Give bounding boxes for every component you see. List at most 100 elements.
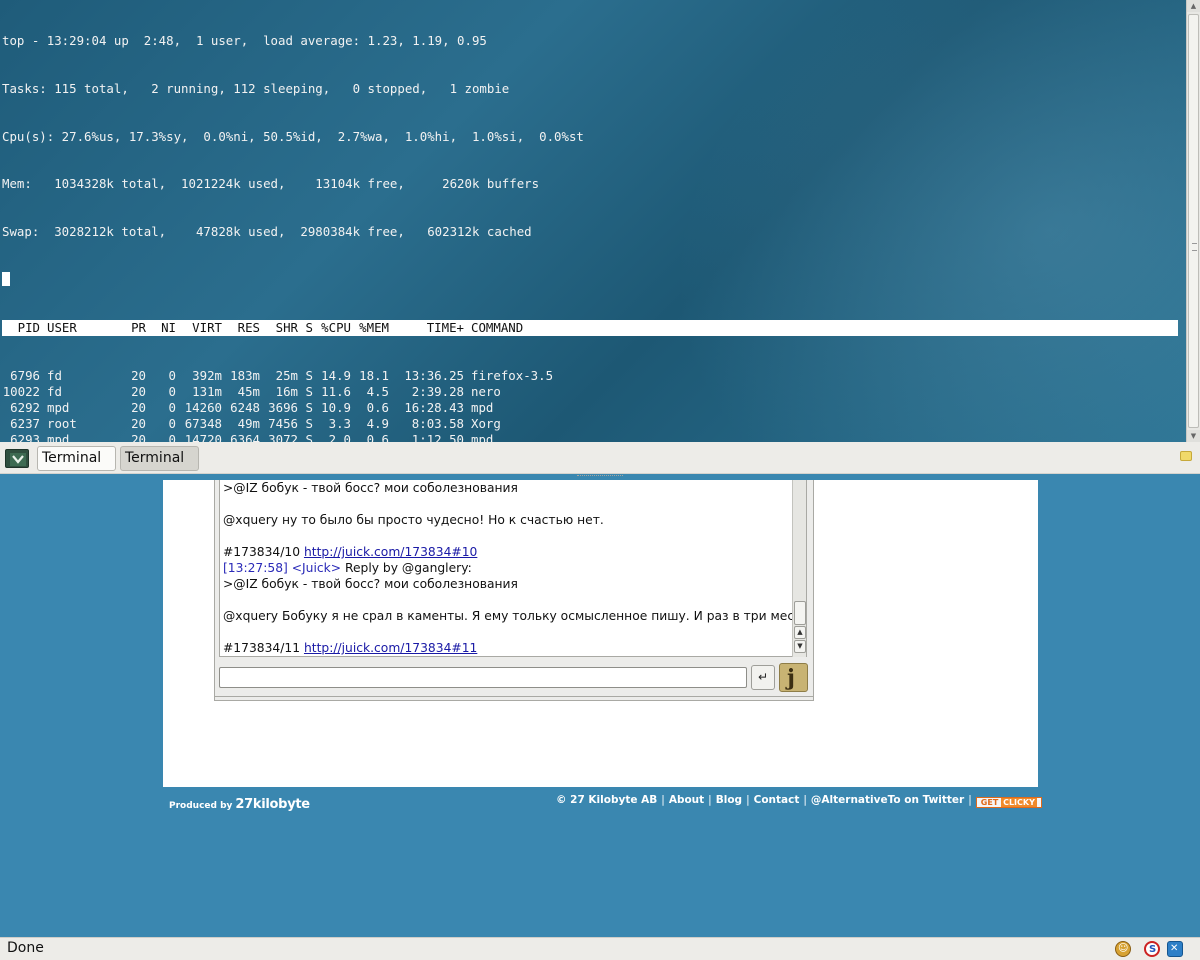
process-virt: 392m xyxy=(192,367,222,383)
process-time: 16:28.43 xyxy=(404,399,464,415)
terminal-output: top - 13:29:04 up 2:48, 1 user, load ave… xyxy=(2,1,1182,442)
process-row: 6237 root 20 0 67348 49m 7456 S 3.3 4.9 8:03.58 Xor… xyxy=(2,416,1182,432)
process-state: S xyxy=(305,383,313,399)
process-pr: 20 xyxy=(131,367,146,383)
column-header-mem: %MEM xyxy=(359,319,389,335)
column-header-virt: VIRT xyxy=(192,319,222,335)
terminal-window[interactable]: top - 13:29:04 up 2:48, 1 user, load ave… xyxy=(0,0,1200,442)
column-header-user: USER xyxy=(47,319,77,335)
scroll-down-arrow-icon[interactable]: ▼ xyxy=(794,640,806,653)
footer-link-twitter[interactable]: @AlternativeTo on Twitter xyxy=(811,794,964,806)
footer-separator: | xyxy=(661,794,665,806)
chat-text: >@IZ бобук - твой босс? мои соболезнован… xyxy=(223,481,518,495)
tab-terminal-0[interactable]: Terminal 0 xyxy=(37,446,116,489)
process-pr: 20 xyxy=(131,431,146,442)
column-header-state: S xyxy=(305,319,313,335)
process-shr: 7456 xyxy=(268,415,298,431)
footer-separator: | xyxy=(708,794,712,806)
terminal-scrollbar[interactable]: ▲ ▼ xyxy=(1186,0,1200,442)
column-header-cpu: %CPU xyxy=(321,319,351,335)
addon-close-icon[interactable]: ✕ xyxy=(1167,941,1183,957)
column-header-res: RES xyxy=(237,319,260,335)
process-res: 183m xyxy=(230,367,260,383)
process-res: 6364 xyxy=(230,431,260,442)
chat-line xyxy=(223,528,792,544)
terminal-cursor-line xyxy=(2,272,1182,288)
getclicky-badge[interactable]: GET CLICKY xyxy=(975,797,1042,808)
process-command: Xorg xyxy=(471,415,501,431)
pane-resize-grip[interactable] xyxy=(577,475,623,478)
column-header-ni: NI xyxy=(161,319,176,335)
terminal-scroll-thumb[interactable] xyxy=(1188,14,1199,428)
chat-line: >@IZ бобук - твой босс? мои соболезнован… xyxy=(223,576,792,592)
tab-menu-button[interactable] xyxy=(5,449,29,468)
send-button[interactable]: ↵ xyxy=(751,665,775,690)
top-summary-cpu: Cpu(s): 27.6%us, 17.3%sy, 0.0%ni, 50.5%i… xyxy=(2,128,584,144)
column-header-pr: PR xyxy=(131,319,146,335)
chat-message-input[interactable] xyxy=(219,667,747,688)
process-pr: 20 xyxy=(131,383,146,399)
process-state: S xyxy=(305,367,313,383)
process-time: 2:39.28 xyxy=(411,383,464,399)
footer-link-about[interactable]: About xyxy=(669,794,704,806)
process-time: 13:36.25 xyxy=(404,367,464,383)
process-cpu: 10.9 xyxy=(321,399,351,415)
browser-status-bar: Done xyxy=(0,937,1200,960)
addon-noscript-icon[interactable]: S xyxy=(1144,941,1160,957)
chat-timestamp: [13:27:58] xyxy=(223,561,292,575)
footer-separator: | xyxy=(968,794,972,806)
chat-link[interactable]: http://juick.com/173834#10 xyxy=(304,545,477,559)
folder-icon[interactable] xyxy=(1180,451,1192,461)
process-user: fd xyxy=(47,383,62,399)
column-header-shr: SHR xyxy=(275,319,298,335)
footer-credit: Produced by 27kilobyte xyxy=(169,793,310,812)
process-ni: 0 xyxy=(168,367,176,383)
juick-button[interactable]: j xyxy=(779,663,808,692)
process-cpu: 2.0 xyxy=(328,431,351,442)
process-command: firefox-3.5 xyxy=(471,367,554,383)
process-res: 6248 xyxy=(230,399,260,415)
chat-scroll-thumb[interactable] xyxy=(794,601,806,625)
process-user: fd xyxy=(47,367,62,383)
process-pid: 6292 xyxy=(10,399,40,415)
process-virt: 14260 xyxy=(184,399,222,415)
column-header-pid: PID xyxy=(17,319,40,335)
chat-text: >@IZ бобук - твой босс? мои соболезнован… xyxy=(223,577,518,591)
process-ni: 0 xyxy=(168,431,176,442)
scroll-up-arrow-icon[interactable]: ▲ xyxy=(794,626,806,639)
process-mem: 18.1 xyxy=(359,367,389,383)
terminal-cursor xyxy=(2,272,10,287)
chat-nick: <Juick> xyxy=(291,561,342,575)
process-state: S xyxy=(305,431,313,442)
chat-line: #173834/11 http://juick.com/173834#11 xyxy=(223,640,792,656)
footer-links: © 27 Kilobyte AB | About | Blog | Contact | @Alt… xyxy=(556,794,1042,808)
chat-text: #173834/10 xyxy=(223,545,304,559)
grip-icon xyxy=(1192,243,1197,251)
process-pid: 6237 xyxy=(10,415,40,431)
process-command: nero xyxy=(471,383,501,399)
getclicky-clicky: CLICKY xyxy=(1001,798,1037,807)
top-summary-mem: Mem: 1034328k total, 1021224k used, 1310… xyxy=(2,176,540,192)
chat-link[interactable]: http://juick.com/173834#11 xyxy=(304,641,477,655)
process-shr: 25m xyxy=(275,367,298,383)
footer-link-blog[interactable]: Blog xyxy=(716,794,742,806)
process-command: mpd xyxy=(471,399,494,415)
footer-copyright: © 27 Kilobyte AB xyxy=(556,794,658,806)
process-mem: 0.6 xyxy=(366,431,389,442)
tab-terminal-1[interactable]: Terminal 1 xyxy=(120,446,199,489)
scroll-up-arrow-icon[interactable]: ▲ xyxy=(1187,0,1200,12)
addon-face-icon[interactable]: ☺ xyxy=(1115,941,1131,957)
process-command: mpd xyxy=(471,431,494,442)
process-time: 8:03.58 xyxy=(411,415,464,431)
produced-by-label: Produced by xyxy=(169,801,233,811)
brand-link[interactable]: 27kilobyte xyxy=(235,797,310,812)
process-virt: 131m xyxy=(192,383,222,399)
scroll-down-arrow-icon[interactable]: ▼ xyxy=(1187,430,1200,442)
chat-scrollbar[interactable]: ▲ ▼ xyxy=(792,480,807,657)
process-pr: 20 xyxy=(131,415,146,431)
chat-text: Reply by @ganglery: xyxy=(341,561,472,575)
footer-link-contact[interactable]: Contact xyxy=(754,794,800,806)
footer-separator: | xyxy=(746,794,750,806)
process-user: mpd xyxy=(47,431,70,442)
process-mem: 0.6 xyxy=(366,399,389,415)
